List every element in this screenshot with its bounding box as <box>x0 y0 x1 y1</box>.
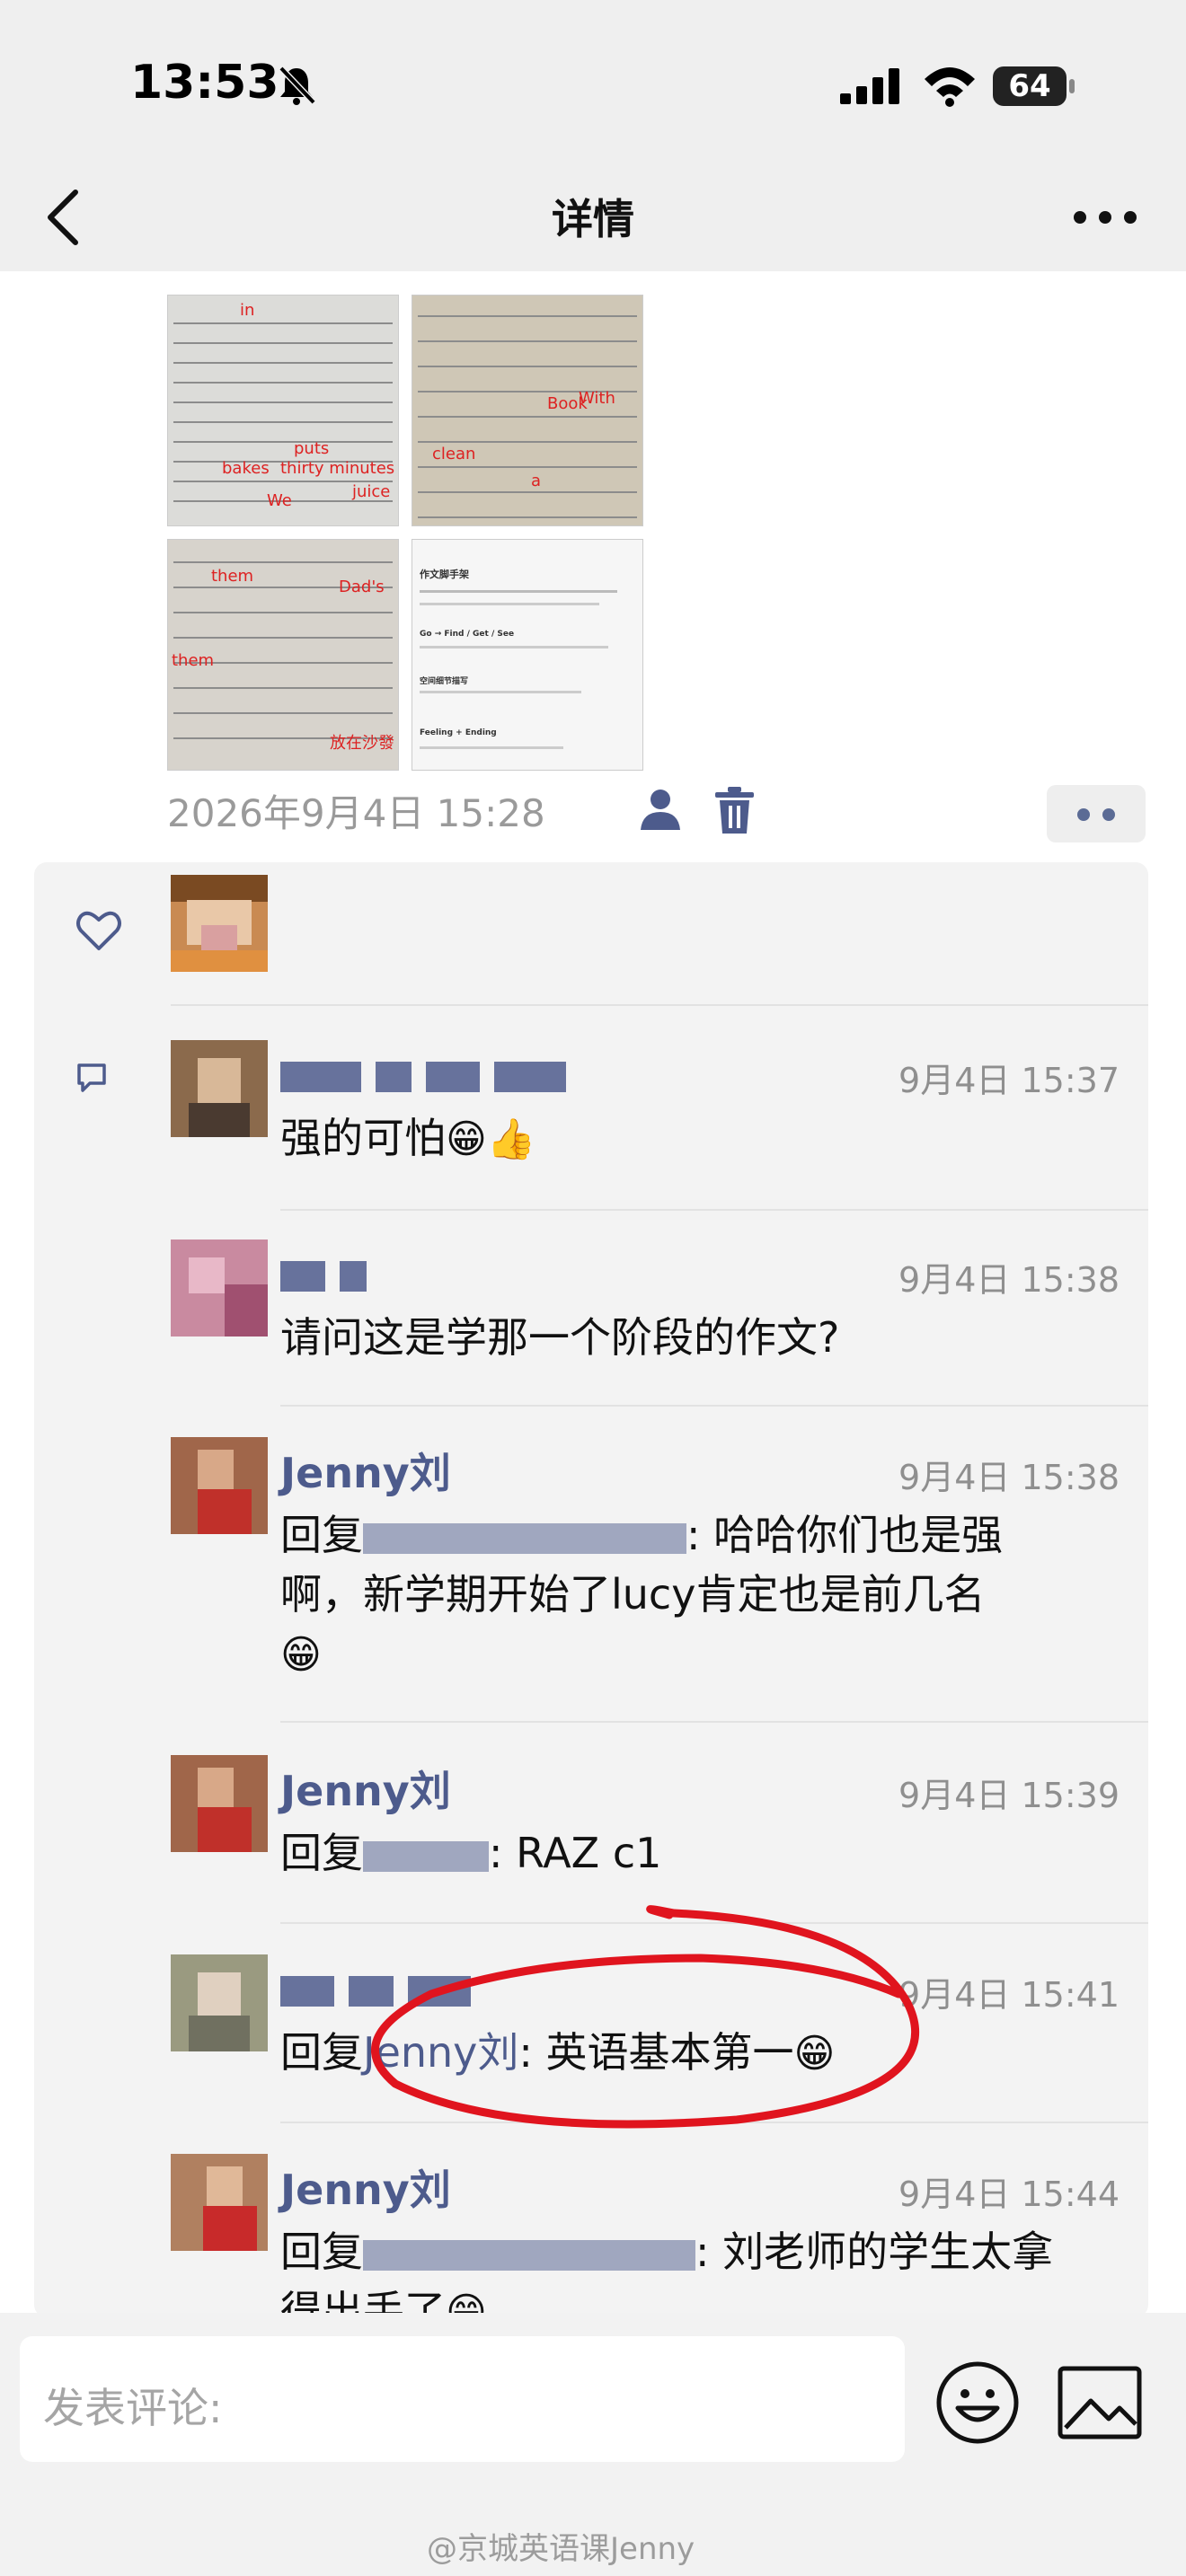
post-photo-3[interactable]: them Dad's them 放在沙發 <box>167 539 399 771</box>
photo-mark: a <box>531 472 542 490</box>
photo-mark: thirty minutes <box>280 459 395 478</box>
moment-post: in puts bakes thirty minutes We juice Bo… <box>0 271 1186 855</box>
photo-mark: Dad's <box>339 578 385 596</box>
post-timestamp: 2026年9月4日 15:28 <box>167 791 545 835</box>
page-title: 详情 <box>552 195 634 243</box>
photo-text: Go → Find / Get / See <box>420 630 515 639</box>
heart-icon <box>76 911 121 950</box>
commenter-name <box>280 1049 567 1098</box>
commenter-avatar[interactable] <box>171 1239 268 1337</box>
battery-level: 64 <box>1008 68 1051 104</box>
comment-time: 9月4日 15:37 <box>898 1061 1120 1100</box>
commenter-avatar[interactable] <box>171 2154 268 2251</box>
comment-time: 9月4日 15:41 <box>898 1975 1120 2015</box>
liker-avatar[interactable] <box>171 875 268 972</box>
watermark-text: @京城英语课Jenny <box>427 2531 695 2567</box>
reply-target-name: Jenny刘 <box>363 2028 519 2077</box>
photo-text: Feeling + Ending <box>420 728 497 737</box>
photo-mark: juice <box>352 482 391 501</box>
commenter-name: Jenny刘 <box>280 2166 451 2214</box>
comment-time: 9月4日 15:44 <box>898 2175 1120 2214</box>
grin-emoji: 😁 <box>793 2031 836 2077</box>
nav-bar: 详情 <box>0 162 1186 271</box>
grin-emoji: 😁 <box>280 1632 322 1678</box>
commenter-name: Jenny刘 <box>280 1767 451 1815</box>
wifi-icon <box>925 67 975 107</box>
comment-input[interactable]: 发表评论: <box>20 2336 905 2462</box>
post-photo-2[interactable]: Book With clean a <box>412 295 643 526</box>
more-options-icon[interactable] <box>1060 181 1150 253</box>
comment-text: 回复: RAZ c1 <box>280 1829 662 1877</box>
trash-icon[interactable] <box>710 783 759 837</box>
commenter-avatar[interactable] <box>171 1954 268 2051</box>
emoji-icon[interactable] <box>934 2360 1021 2446</box>
commenter-avatar[interactable] <box>171 1040 268 1137</box>
photo-mark: bakes <box>222 459 270 478</box>
status-bar: 13:53 64 <box>0 0 1186 162</box>
comment-icon <box>77 1063 106 1092</box>
commenter-name: Jenny刘 <box>280 1449 451 1497</box>
post-photo-1[interactable]: in puts bakes thirty minutes We juice <box>167 295 399 526</box>
commenter-name <box>280 1963 472 2012</box>
image-icon[interactable] <box>1057 2365 1143 2440</box>
comment-text: 回复Jenny刘: 英语基本第一😁 <box>280 2028 836 2077</box>
interactions-panel: 9月4日 15:37 强的可怕😁👍 9月4日 15:38 请问这是学那一个阶段的… <box>34 862 1148 2335</box>
battery-icon: 64 <box>993 66 1075 106</box>
grin-thumbsup-emoji: 😁👍 <box>446 1116 536 1162</box>
photo-mark: in <box>240 301 255 320</box>
like-comment-menu-button[interactable] <box>1047 785 1146 842</box>
photo-mark: them <box>211 567 254 586</box>
commenter-name <box>280 1248 367 1297</box>
photo-text: 空间细节描写 <box>420 677 469 686</box>
photo-mark: clean <box>432 445 476 463</box>
comment-time: 9月4日 15:38 <box>898 1458 1120 1497</box>
commenter-avatar[interactable] <box>171 1437 268 1534</box>
comment-time: 9月4日 15:39 <box>898 1776 1120 1815</box>
comment-time: 9月4日 15:38 <box>898 1260 1120 1300</box>
privacy-people-icon[interactable] <box>633 783 687 837</box>
bell-muted-icon <box>279 66 316 105</box>
comment-input-placeholder: 发表评论: <box>43 2384 223 2432</box>
commenter-avatar[interactable] <box>171 1755 268 1852</box>
comment-text: 回复: 哈哈你们也是强 啊，新学期开始了lucy肯定也是前几名 😁 <box>280 1511 1004 1678</box>
comment-text: 强的可怕😁👍 <box>280 1114 536 1162</box>
comment-text: 请问这是学那一个阶段的作文? <box>280 1313 840 1362</box>
photo-mark: We <box>267 491 292 510</box>
post-photo-4[interactable]: 作文脚手架 Go → Find / Get / See 空间细节描写 Feeli… <box>412 539 643 771</box>
photo-mark: them <box>172 651 215 670</box>
back-chevron-icon[interactable] <box>36 181 99 253</box>
status-time: 13:53 <box>130 56 279 110</box>
photo-mark: With <box>579 389 615 408</box>
comment-bar: 发表评论: @京城英语课Jenny <box>0 2313 1186 2576</box>
cellular-signal-icon <box>840 68 899 104</box>
photo-mark: puts <box>294 439 330 458</box>
photo-text: 作文脚手架 <box>420 569 469 580</box>
photo-mark: 放在沙發 <box>330 734 394 753</box>
